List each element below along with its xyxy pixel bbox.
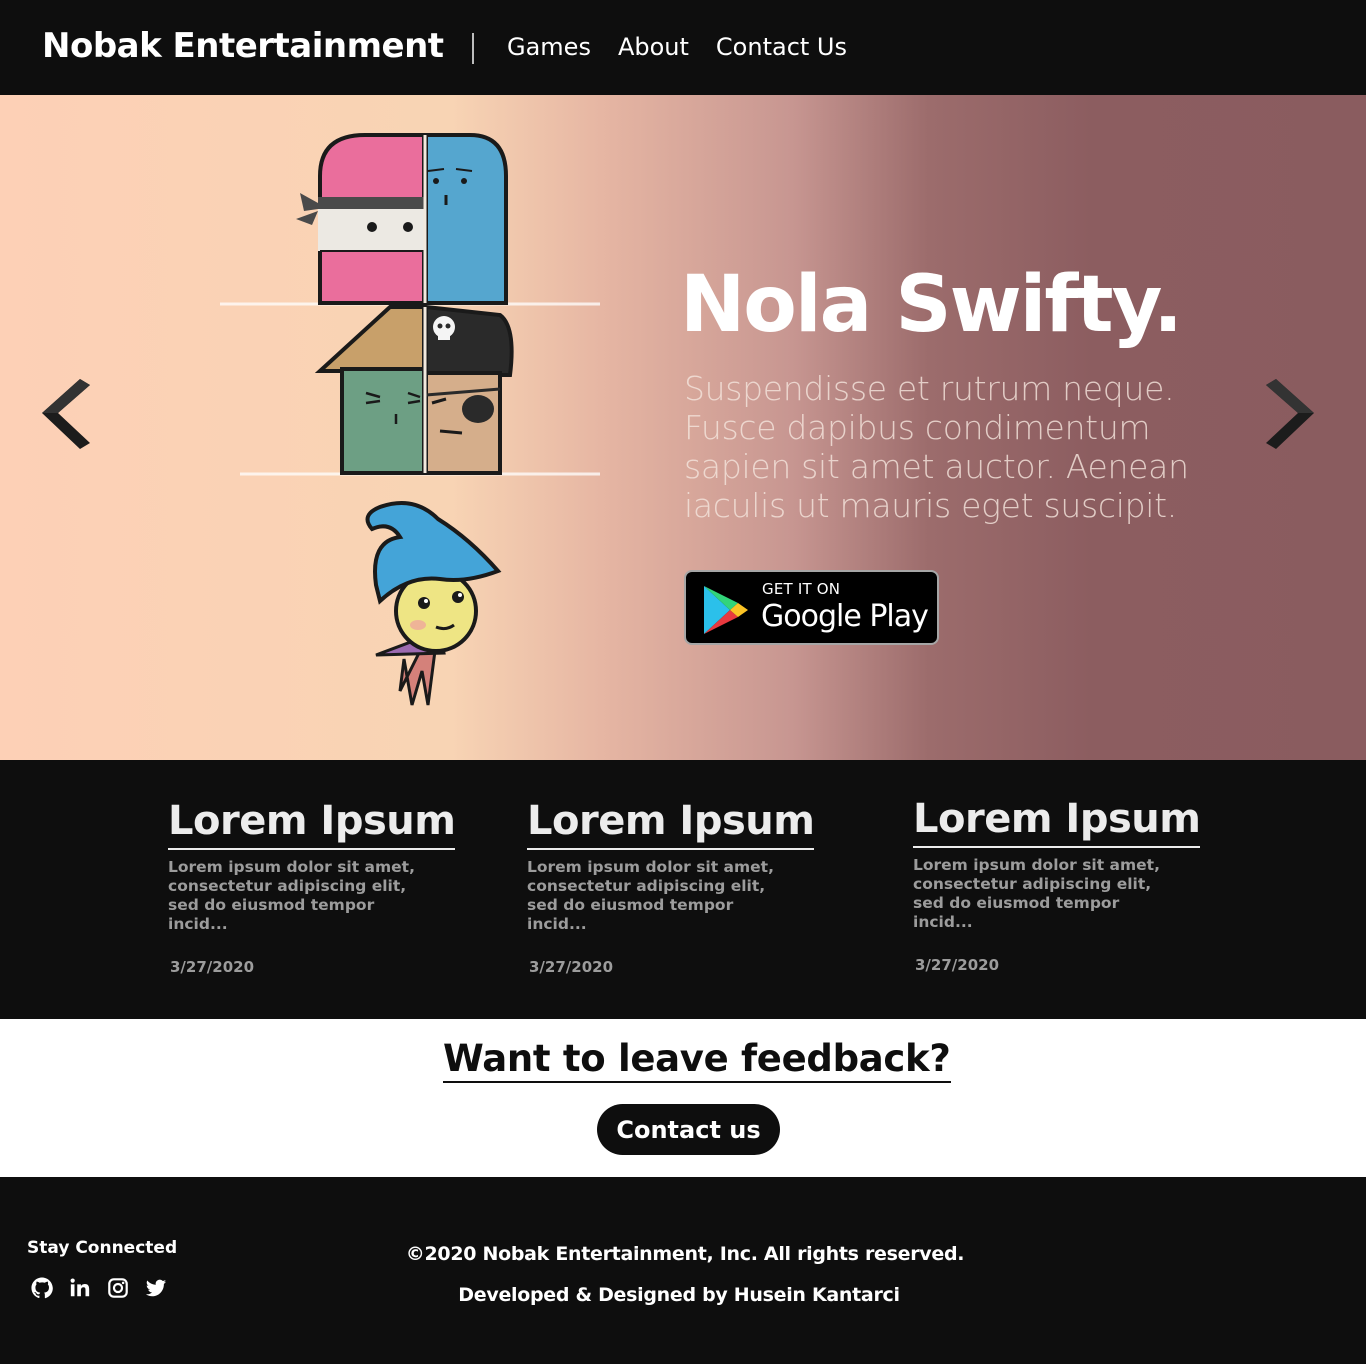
google-play-badge[interactable]: GET IT ON Google Play	[684, 570, 939, 645]
news-card-excerpt: Lorem ipsum dolor sit amet, consectetur …	[168, 858, 415, 933]
site-header: Nobak Entertainment Games About Contact …	[0, 0, 1366, 95]
news-section: Lorem Ipsum Lorem ipsum dolor sit amet, …	[0, 760, 1366, 1019]
news-card-date: 3/27/2020	[529, 958, 614, 976]
hero-description: Suspendisse et rutrum neque. Fusce dapib…	[684, 369, 1189, 525]
site-footer: Stay Connected ©2020 Nobak Entertainment…	[0, 1177, 1366, 1364]
carousel-prev-arrow-icon[interactable]	[36, 373, 96, 455]
badge-get-it-on: GET IT ON	[762, 580, 841, 598]
game-characters-image	[220, 133, 600, 706]
google-play-icon	[704, 586, 748, 634]
news-card[interactable]: Lorem Ipsum Lorem ipsum dolor sit amet, …	[527, 798, 827, 976]
news-card-title[interactable]: Lorem Ipsum	[913, 796, 1201, 848]
news-card[interactable]: Lorem Ipsum Lorem ipsum dolor sit amet, …	[168, 798, 468, 976]
nav-divider	[472, 33, 474, 64]
news-card-title[interactable]: Lorem Ipsum	[168, 798, 456, 850]
badge-google-play: Google Play	[761, 599, 929, 634]
nav-item-about[interactable]: About	[618, 33, 689, 61]
carousel-next-arrow-icon[interactable]	[1260, 373, 1320, 455]
news-card-excerpt: Lorem ipsum dolor sit amet, consectetur …	[913, 856, 1160, 931]
news-card[interactable]: Lorem Ipsum Lorem ipsum dolor sit amet, …	[913, 796, 1213, 974]
news-card-title[interactable]: Lorem Ipsum	[527, 798, 815, 850]
feedback-section: Want to leave feedback? Contact us	[0, 1019, 1366, 1177]
copyright-text: ©2020 Nobak Entertainment, Inc. All righ…	[405, 1243, 965, 1265]
nav-item-contact-us[interactable]: Contact Us	[716, 33, 847, 61]
news-card-excerpt: Lorem ipsum dolor sit amet, consectetur …	[527, 858, 774, 933]
feedback-heading: Want to leave feedback?	[443, 1037, 951, 1083]
nav-item-games[interactable]: Games	[507, 33, 591, 61]
hero-carousel: Nola Swifty. Suspendisse et rutrum neque…	[0, 95, 1366, 760]
hero-game-title: Nola Swifty.	[680, 260, 1183, 350]
contact-us-button[interactable]: Contact us	[597, 1104, 780, 1155]
news-card-date: 3/27/2020	[170, 958, 255, 976]
developer-credit: Developed & Designed by Husein Kantarci	[458, 1284, 900, 1306]
news-card-date: 3/27/2020	[915, 956, 1000, 974]
main-nav: Games About Contact Us	[507, 33, 847, 61]
brand-logo[interactable]: Nobak Entertainment	[42, 26, 444, 66]
